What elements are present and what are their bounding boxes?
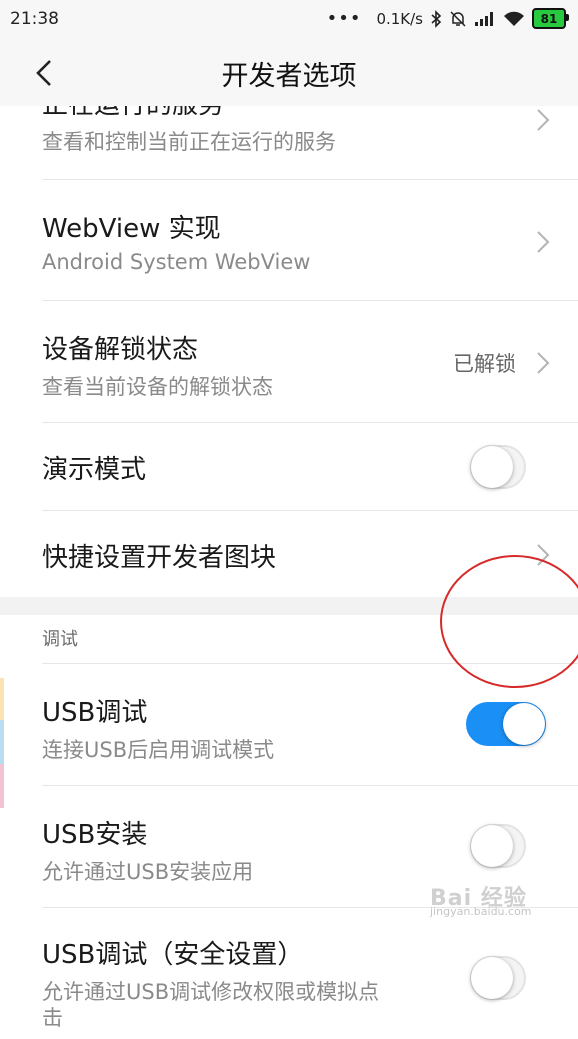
usb-debug-secure-toggle[interactable]: [470, 956, 526, 1000]
setting-title: 快捷设置开发者图块: [42, 543, 277, 573]
chevron-right-icon: [537, 352, 550, 374]
setting-title: 演示模式: [42, 455, 147, 485]
title-bar: 开发者选项: [0, 40, 578, 106]
more-notifications-icon: •••: [326, 8, 362, 29]
setting-unlock-status[interactable]: 设备解锁状态 查看当前设备的解锁状态 已解锁: [0, 301, 578, 422]
battery-icon: 81: [532, 8, 569, 29]
setting-subtitle-line2: 击: [42, 1006, 63, 1030]
edge-strip: [0, 678, 4, 720]
setting-subtitle: 允许通过USB安装应用: [42, 860, 254, 884]
bluetooth-icon: [431, 9, 442, 28]
watermark-url: jingyan.baidu.com: [430, 905, 532, 918]
toggle-knob: [471, 446, 513, 488]
network-speed: 0.1K/s: [376, 9, 423, 28]
toggle-knob: [471, 957, 513, 999]
setting-title: USB安装: [42, 820, 148, 850]
setting-subtitle: 允许通过USB调试修改权限或模拟点: [42, 980, 380, 1004]
chevron-right-icon: [537, 109, 550, 131]
setting-webview[interactable]: WebView 实现 Android System WebView: [0, 180, 578, 301]
setting-title: USB调试（安全设置）: [42, 940, 304, 970]
setting-title: USB调试: [42, 698, 148, 728]
setting-running-services[interactable]: 正在运行的服务 查看和控制当前正在运行的服务: [0, 106, 578, 180]
toggle-knob: [503, 703, 545, 745]
mute-bell-icon: [450, 10, 466, 27]
toggle-knob: [471, 825, 513, 867]
usb-debug-toggle[interactable]: [466, 702, 546, 746]
demo-mode-toggle[interactable]: [470, 445, 526, 489]
annotation-circle: [440, 555, 578, 688]
signal-icon: [475, 11, 493, 26]
status-icons: ••• 0.1K/s 81: [326, 8, 569, 29]
page-title: 开发者选项: [221, 61, 357, 92]
edge-strip: [0, 764, 4, 808]
chevron-right-icon: [537, 231, 550, 253]
status-bar: 21:38 ••• 0.1K/s 81: [0, 0, 578, 40]
usb-install-toggle[interactable]: [470, 824, 526, 868]
setting-title: WebView 实现: [42, 214, 221, 244]
setting-subtitle: 查看和控制当前正在运行的服务: [42, 130, 336, 154]
setting-demo-mode: 演示模式: [0, 423, 578, 510]
setting-subtitle: 连接USB后启用调试模式: [42, 738, 275, 762]
section-header-debug: 调试: [42, 629, 78, 650]
edge-strip: [0, 720, 4, 764]
setting-subtitle: 查看当前设备的解锁状态: [42, 375, 273, 399]
status-time: 21:38: [10, 9, 59, 29]
setting-title: 设备解锁状态: [42, 335, 199, 365]
setting-title: 正在运行的服务: [42, 106, 224, 121]
unlock-status-value: 已解锁: [453, 352, 516, 376]
setting-subtitle: Android System WebView: [42, 250, 311, 274]
wifi-icon: [504, 11, 524, 26]
setting-usb-debug-secure: USB调试（安全设置） 允许通过USB调试修改权限或模拟点 击: [0, 908, 578, 1039]
